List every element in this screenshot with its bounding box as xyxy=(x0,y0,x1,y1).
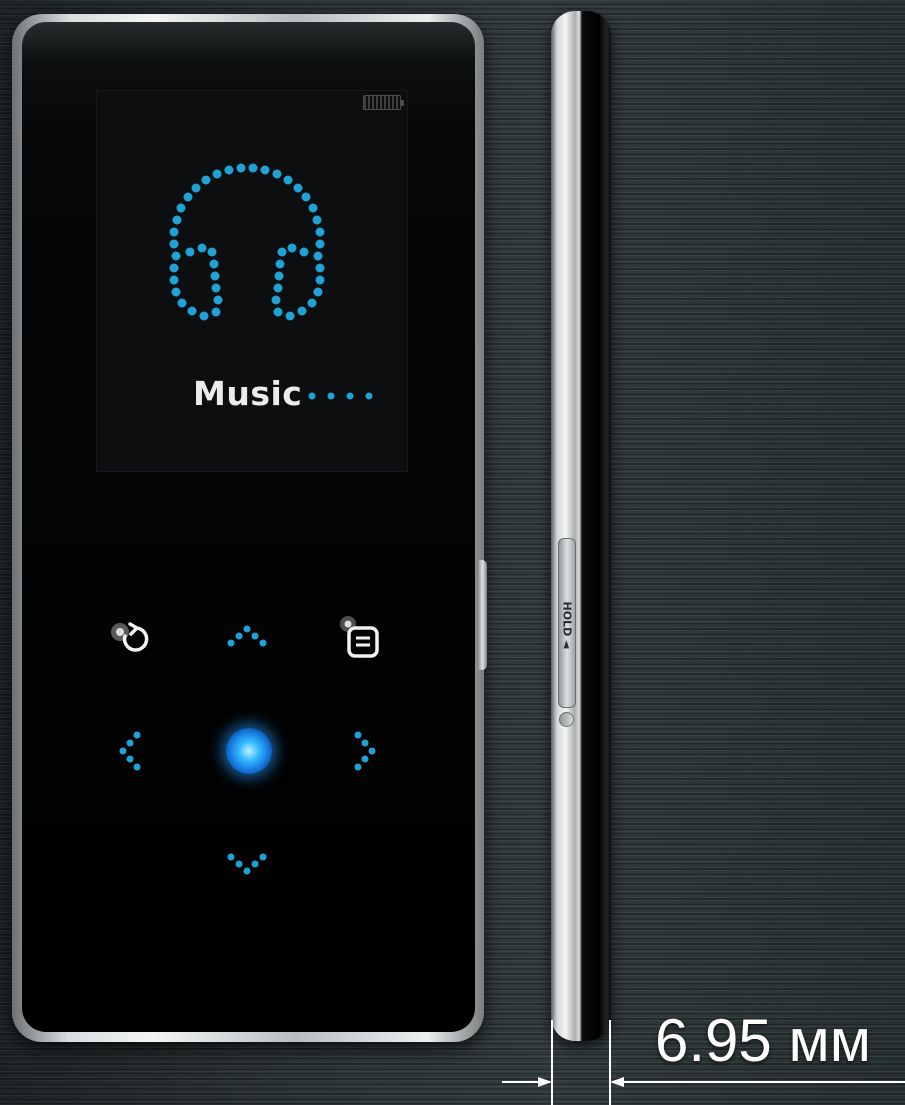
player-side-profile xyxy=(551,11,611,1041)
select-button[interactable] xyxy=(226,728,272,774)
right-button[interactable] xyxy=(338,721,398,781)
back-icon xyxy=(111,622,149,652)
down-button[interactable] xyxy=(219,835,279,895)
up-button[interactable] xyxy=(219,608,279,668)
battery-icon xyxy=(363,95,404,110)
chevron-right-icon xyxy=(354,731,376,771)
chevron-left-icon xyxy=(119,731,141,771)
front-gloss xyxy=(22,22,475,62)
menu-button[interactable] xyxy=(334,610,394,670)
menu-icon xyxy=(340,616,379,658)
headphones-icon xyxy=(169,163,325,321)
left-button[interactable] xyxy=(100,721,160,781)
thickness-label: 6.95 мм xyxy=(655,1007,871,1074)
side-key[interactable] xyxy=(478,560,487,670)
hold-label: HOLD ◄ xyxy=(560,601,574,649)
chevron-down-icon xyxy=(227,853,267,875)
label-dots-indicator xyxy=(308,392,373,400)
chevron-up-icon xyxy=(227,625,267,647)
menu-label: Music xyxy=(193,374,303,413)
back-button[interactable] xyxy=(103,610,163,670)
power-icon[interactable] xyxy=(559,712,574,727)
